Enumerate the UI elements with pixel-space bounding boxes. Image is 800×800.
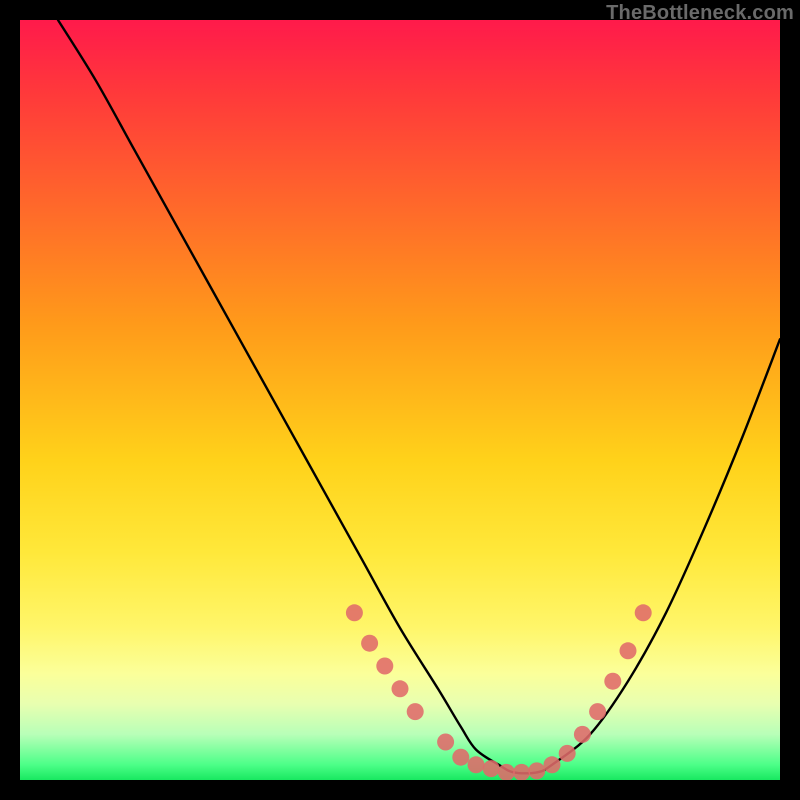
scatter-dot <box>559 745 576 762</box>
scatter-dot <box>574 726 591 743</box>
scatter-dot <box>376 658 393 675</box>
scatter-dot <box>635 604 652 621</box>
scatter-dot <box>452 749 469 766</box>
scatter-dot <box>468 756 485 773</box>
scatter-dot <box>604 673 621 690</box>
chart-svg <box>20 20 780 780</box>
scatter-dot <box>513 764 530 780</box>
scatter-dot <box>392 680 409 697</box>
scatter-dot <box>544 756 561 773</box>
scatter-dot <box>483 760 500 777</box>
scatter-dot <box>437 734 454 751</box>
scatter-points <box>346 604 652 780</box>
scatter-dot <box>361 635 378 652</box>
chart-frame: TheBottleneck.com <box>0 0 800 800</box>
plot-area <box>20 20 780 780</box>
scatter-dot <box>589 703 606 720</box>
scatter-dot <box>528 762 545 779</box>
scatter-dot <box>620 642 637 659</box>
scatter-dot <box>407 703 424 720</box>
scatter-dot <box>346 604 363 621</box>
bottleneck-curve <box>58 20 780 773</box>
scatter-dot <box>498 764 515 780</box>
